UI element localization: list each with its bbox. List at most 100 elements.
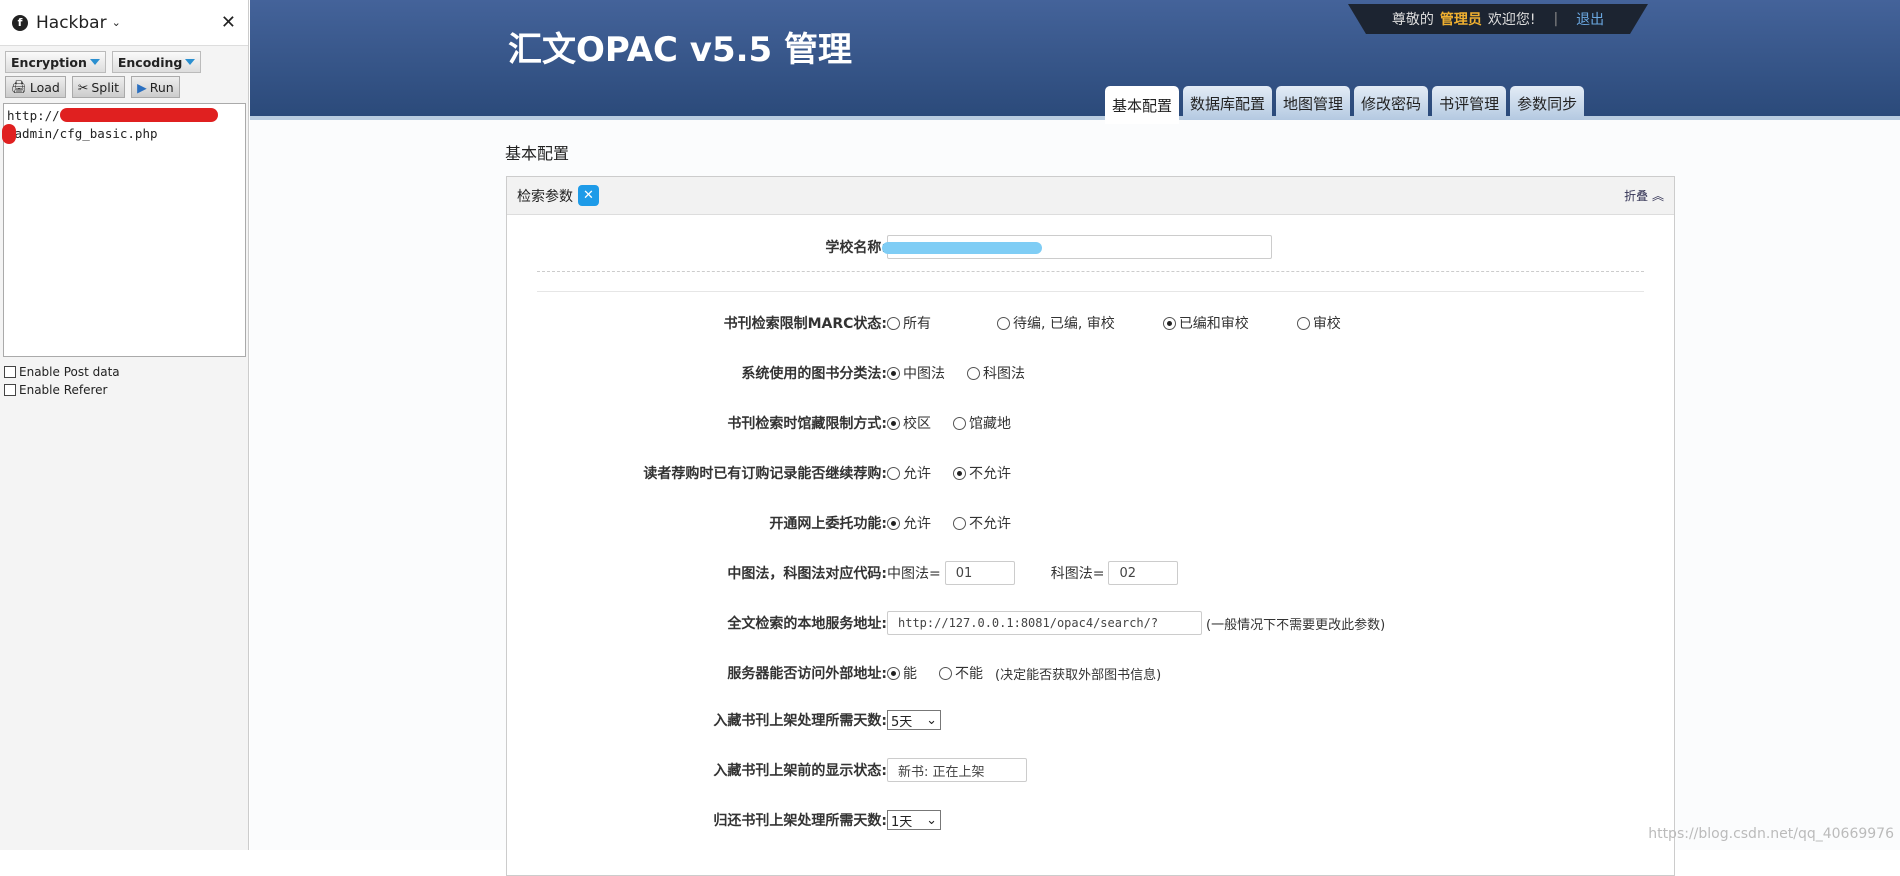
run-label: Run (149, 79, 174, 95)
scissors-icon: ✂ (77, 79, 89, 95)
main-area: 汇文OPAC v5.5 管理 尊敬的 管理员 欢迎您! | 退出 基本配置 数据库… (250, 0, 1900, 876)
option-label: 允许 (903, 516, 931, 532)
chevron-down-icon[interactable]: ⌄ (112, 16, 121, 29)
welcome-prefix: 尊敬的 (1391, 12, 1434, 28)
tab-4[interactable]: 书评管理 (1432, 86, 1507, 120)
radio-icon[interactable] (887, 366, 900, 380)
radio-icon[interactable] (953, 466, 966, 480)
delegate-option-0[interactable]: 允许 (887, 513, 931, 533)
radio-icon[interactable] (953, 516, 966, 530)
separator: | (1553, 11, 1559, 27)
welcome-suffix: 欢迎您! (1487, 12, 1536, 28)
encryption-label: Encryption (11, 54, 87, 70)
radio-icon[interactable] (1296, 316, 1310, 330)
close-icon[interactable]: ✕ (221, 12, 236, 33)
tools-icon: ✕ (578, 185, 599, 206)
recommend-label: 读者荐购时已有订购记录能否继续荐购: (643, 466, 887, 482)
radio-icon[interactable] (887, 316, 900, 330)
recommend-option-1[interactable]: 不允许 (953, 463, 1011, 483)
tab-0[interactable]: 基本配置 (1105, 86, 1180, 124)
url-line-1: http:// (7, 108, 60, 123)
enable-post-checkbox[interactable]: Enable Post data (0, 363, 248, 381)
radio-icon[interactable] (1162, 316, 1176, 330)
radio-icon[interactable] (887, 666, 900, 680)
split-label: Split (91, 79, 120, 95)
row-delegate: 开通网上委托功能: 允许 不允许 (507, 510, 1674, 536)
holding-option-1[interactable]: 馆藏地 (953, 413, 1011, 433)
radio-icon[interactable] (967, 366, 980, 380)
dropdown-arrow-icon (185, 59, 196, 65)
zt-code-input[interactable]: 01 (944, 561, 1015, 585)
radio-icon[interactable] (887, 466, 900, 480)
redaction-mark (60, 108, 218, 122)
marc-option-1[interactable]: 待编, 已编, 审校 (997, 313, 1115, 333)
holding-label: 书刊检索时馆藏限制方式: (727, 416, 887, 432)
option-label: 允许 (903, 466, 931, 482)
external-option-1[interactable]: 不能 (939, 663, 983, 683)
option-label: 不允许 (969, 466, 1011, 482)
app-title: 汇文OPAC v5.5 管理 (508, 30, 853, 70)
shelf-status-input[interactable]: 新书: 正在上架 (887, 758, 1027, 782)
row-marc: 书刊检索限制MARC状态: 所有 待编, 已编, 审校 已编和审校 审校 (507, 310, 1674, 336)
chevron-down-icon: ⌄ (926, 712, 937, 728)
tab-2[interactable]: 地图管理 (1276, 86, 1351, 120)
encryption-dropdown[interactable]: Encryption (5, 51, 106, 73)
radio-icon[interactable] (953, 416, 966, 430)
run-button[interactable]: ▶ Run (131, 76, 180, 98)
tab-5[interactable]: 参数同步 (1510, 86, 1585, 120)
kt-code-label: 科图法= (1050, 566, 1105, 582)
dropdown-arrow-icon (89, 59, 100, 65)
row-shelf-days: 入藏书刊上架处理所需天数: 5天 ⌄ (507, 707, 1674, 733)
recommend-option-0[interactable]: 允许 (887, 463, 931, 483)
marc-option-0[interactable]: 所有 (887, 313, 931, 333)
row-fulltext: 全文检索的本地服务地址: http://127.0.0.1:8081/opac4… (507, 610, 1674, 636)
external-label: 服务器能否访问外部地址: (727, 666, 887, 682)
delegate-option-1[interactable]: 不允许 (953, 513, 1011, 533)
welcome-bar: 尊敬的 管理员 欢迎您! | 退出 (1348, 4, 1648, 34)
radio-icon[interactable] (887, 516, 900, 530)
marc-option-3[interactable]: 审校 (1296, 313, 1341, 333)
split-button[interactable]: ✂ Split (71, 76, 126, 98)
holding-option-0[interactable]: 校区 (887, 413, 931, 433)
shelf-days-select[interactable]: 5天 ⌄ (887, 710, 941, 730)
divider (537, 291, 1644, 292)
url-textarea[interactable]: http:// /admin/cfg_basic.php (2, 103, 246, 357)
radio-icon[interactable] (997, 316, 1010, 330)
option-label: 校区 (903, 416, 931, 432)
fold-button[interactable]: 折叠 ︽ (1624, 187, 1664, 204)
shelf-days-value: 5天 (891, 714, 913, 730)
chevron-down-icon: ⌄ (926, 812, 937, 828)
fulltext-hint: (一般情况下不需要更改此参数) (1206, 617, 1386, 633)
row-external: 服务器能否访问外部地址: 能 不能 (决定能否获取外部图书信息) (507, 660, 1674, 686)
redaction-mark (2, 124, 16, 144)
enable-referer-checkbox[interactable]: Enable Referer (0, 381, 248, 399)
load-label: Load (29, 79, 60, 95)
user-name: 管理员 (1439, 12, 1482, 28)
play-icon: ▶ (137, 79, 147, 95)
marc-option-2[interactable]: 已编和审校 (1162, 313, 1249, 333)
encoding-dropdown[interactable]: Encoding (111, 51, 202, 73)
load-button[interactable]: 🖨 Load (5, 76, 66, 98)
row-holding: 书刊检索时馆藏限制方式: 校区 馆藏地 (507, 410, 1674, 436)
hackbar-title[interactable]: Hackbar (36, 13, 107, 33)
classification-option-0[interactable]: 中图法 (887, 363, 945, 383)
classification-option-1[interactable]: 科图法 (967, 363, 1025, 383)
logout-link[interactable]: 退出 (1576, 9, 1604, 29)
option-label: 审校 (1312, 316, 1341, 332)
radio-icon[interactable] (939, 666, 952, 680)
kt-code-input[interactable]: 02 (1108, 561, 1179, 585)
tab-1[interactable]: 数据库配置 (1183, 86, 1273, 120)
hackbar-panel: f Hackbar ⌄ ✕ Encryption Encoding 🖨 Load … (0, 0, 249, 850)
external-option-0[interactable]: 能 (887, 663, 917, 683)
marc-label: 书刊检索限制MARC状态: (723, 316, 887, 332)
row-return-days: 归还书刊上架处理所需天数: 1天 ⌄ (507, 807, 1674, 833)
return-days-select[interactable]: 1天 ⌄ (887, 810, 941, 830)
radio-icon[interactable] (887, 416, 900, 430)
option-label: 不能 (955, 666, 983, 682)
school-name-input[interactable] (882, 235, 1272, 259)
nav-tabs: 基本配置 数据库配置 地图管理 修改密码 书评管理 参数同步 (1105, 86, 1585, 124)
fulltext-url-input[interactable]: http://127.0.0.1:8081/opac4/search/? (887, 611, 1202, 635)
hackbar-logo-icon: f (12, 14, 28, 31)
classification-label: 系统使用的图书分类法: (741, 366, 887, 382)
tab-3[interactable]: 修改密码 (1354, 86, 1429, 120)
